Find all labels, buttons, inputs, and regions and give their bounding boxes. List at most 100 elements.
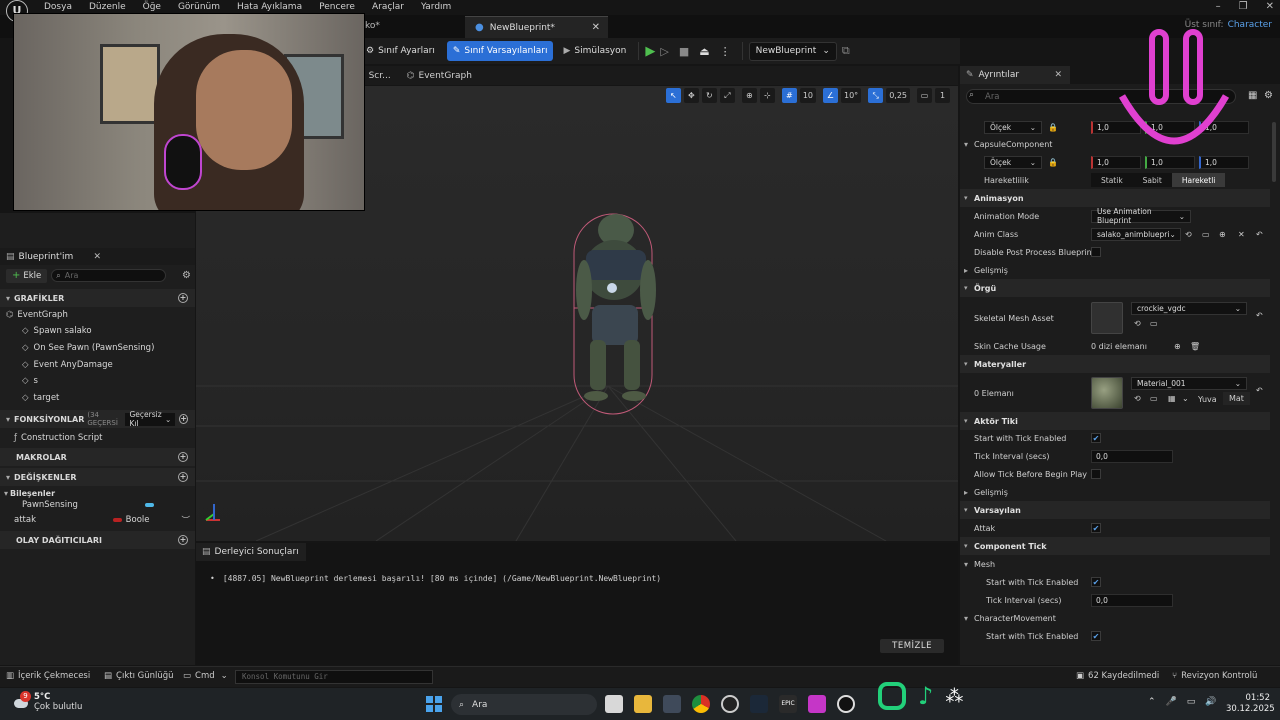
play-icon[interactable]: ▶ bbox=[645, 44, 655, 59]
camera-speed-icon[interactable]: ▭ bbox=[917, 88, 932, 103]
compiler-results-tab[interactable]: ▤ Derleyici Sonuçları bbox=[196, 543, 306, 561]
tray-expand-icon[interactable]: ⌃ bbox=[1148, 697, 1156, 707]
mobility-static[interactable]: Statik bbox=[1091, 173, 1133, 187]
actor-tick-advanced-row[interactable]: ▸ Gelişmiş bbox=[960, 483, 1270, 501]
section-dispatchers[interactable]: OLAY DAĞITICILARI + bbox=[0, 531, 195, 549]
store-icon[interactable] bbox=[663, 695, 681, 713]
menu-tools[interactable]: Araçlar bbox=[372, 2, 404, 12]
close-tab-icon[interactable]: ✕ bbox=[592, 22, 600, 33]
lock-icon[interactable]: 🔒 bbox=[1048, 123, 1058, 132]
mobility-stationary[interactable]: Sabit bbox=[1132, 173, 1172, 187]
tab-event-graph[interactable]: EventGraph bbox=[419, 71, 472, 81]
grid-snap-icon[interactable]: # bbox=[781, 88, 797, 103]
tree-event-item[interactable]: ◇ target bbox=[22, 390, 59, 407]
skeletal-mesh-dropdown[interactable]: crockie_vgdc ⌄ bbox=[1131, 302, 1247, 315]
content-drawer-button[interactable]: ▥ İçerik Çekmecesi bbox=[6, 671, 90, 681]
cmd-dropdown[interactable]: ▭ Cmd ⌄ bbox=[183, 671, 228, 681]
output-log-button[interactable]: ▤ Çıktı Günlüğü bbox=[104, 671, 174, 681]
add-button[interactable]: + Ekle bbox=[6, 268, 48, 283]
eye-closed-icon[interactable]: ︶ bbox=[181, 514, 190, 526]
scale-snap-value[interactable]: 0,25 bbox=[886, 88, 910, 103]
mesh-thumbnail[interactable] bbox=[1091, 302, 1123, 334]
console-input[interactable]: Konsol Komutunu Gir bbox=[235, 670, 433, 684]
menu-window[interactable]: Pencere bbox=[319, 2, 355, 12]
add-function-icon[interactable]: + bbox=[179, 414, 188, 424]
start-tick-checkbox[interactable]: ✔ bbox=[1091, 433, 1101, 443]
section-graphs[interactable]: ▾ GRAFİKLER + bbox=[0, 289, 195, 307]
network-icon[interactable]: ▭ bbox=[1187, 697, 1196, 707]
attak-checkbox[interactable]: ✔ bbox=[1091, 523, 1101, 533]
class-defaults-button[interactable]: ✎ Sınıf Varsayılanları bbox=[446, 41, 554, 61]
tick-before-play-checkbox[interactable] bbox=[1091, 469, 1101, 479]
variable-item[interactable]: attak Boole ︶ bbox=[14, 512, 190, 529]
tree-event-item[interactable]: ◇ s bbox=[22, 373, 38, 390]
revision-control-button[interactable]: ⑂ Revizyon Kontrolü bbox=[1172, 671, 1257, 681]
class-settings-button[interactable]: ⚙ Sınıf Ayarları bbox=[360, 41, 441, 61]
clock[interactable]: 01:52 30.12.2025 bbox=[1226, 693, 1275, 715]
unsaved-button[interactable]: ▣ 62 Kaydedilmedi bbox=[1076, 671, 1159, 681]
simulation-button[interactable]: ▶ Simülasyon bbox=[557, 41, 632, 61]
translate-icon[interactable]: ✥ bbox=[683, 88, 699, 103]
taskbar-search[interactable]: ⌕ Ara bbox=[451, 694, 597, 715]
rotate-icon[interactable]: ↻ bbox=[701, 88, 717, 103]
movement-tick-header[interactable]: ▾ CharacterMovement bbox=[960, 609, 1270, 627]
settings-gear-icon[interactable]: ⚙ bbox=[182, 270, 191, 281]
tree-event-item[interactable]: ◇ On See Pawn (PawnSensing) bbox=[22, 340, 154, 357]
clear-icon[interactable]: ✕ bbox=[1238, 230, 1245, 239]
world-space-icon[interactable]: ⊕ bbox=[741, 88, 757, 103]
section-component-tick[interactable]: ▾ Component Tick bbox=[960, 537, 1270, 555]
use-selected-icon[interactable]: ⟲ bbox=[1185, 230, 1192, 239]
add-dispatcher-icon[interactable]: + bbox=[178, 535, 188, 545]
mesh-tick-interval-field[interactable]: 0,0 bbox=[1091, 593, 1173, 607]
microphone-icon[interactable]: 🎤 bbox=[1166, 697, 1177, 707]
menu-file[interactable]: Dosya bbox=[44, 2, 72, 12]
tree-construction-script[interactable]: ƒ Construction Script bbox=[14, 430, 102, 447]
reset-icon[interactable]: ↶ bbox=[1256, 311, 1263, 320]
movement-start-tick-checkbox[interactable]: ✔ bbox=[1091, 631, 1101, 641]
section-functions[interactable]: ▾ FONKSİYONLAR (34 GEÇERSİ Geçersiz Kıl … bbox=[0, 410, 195, 428]
section-materials[interactable]: ▾ Materyaller bbox=[960, 355, 1270, 373]
disable-pp-checkbox[interactable] bbox=[1091, 247, 1101, 257]
section-defaults[interactable]: ▾ Varsayılan bbox=[960, 501, 1270, 519]
rotation-snap-value[interactable]: 10° bbox=[841, 88, 862, 103]
debug-object-dropdown[interactable]: NewBlueprint ⌄ bbox=[748, 41, 837, 61]
weather-widget[interactable]: 9 5°C Çok bulutlu bbox=[12, 691, 82, 712]
section-animation[interactable]: ▾ Animasyon bbox=[960, 189, 1270, 207]
chrome-icon[interactable] bbox=[692, 695, 710, 713]
menu-help[interactable]: Yardım bbox=[421, 2, 451, 12]
windows-start-icon[interactable] bbox=[426, 696, 442, 712]
surface-snap-icon[interactable]: ⊹ bbox=[759, 88, 775, 103]
clear-button[interactable]: TEMİZLE bbox=[880, 639, 944, 653]
use-selected-icon[interactable]: ⟲ bbox=[1134, 319, 1141, 328]
capsule-scale-dropdown[interactable]: Ölçek ⌄ bbox=[984, 155, 1042, 169]
tree-event-graph[interactable]: ⌬ EventGraph bbox=[6, 307, 68, 324]
media-app-icon[interactable] bbox=[808, 695, 826, 713]
character-mesh[interactable] bbox=[566, 210, 676, 410]
material-options-icon[interactable]: ⌄ bbox=[1182, 394, 1189, 403]
close-panel-icon[interactable]: ✕ bbox=[93, 252, 101, 262]
unreal-taskbar-icon[interactable] bbox=[837, 695, 855, 713]
use-selected-icon[interactable]: ⟲ bbox=[1134, 394, 1141, 403]
property-matrix-icon[interactable]: ▦ bbox=[1248, 90, 1257, 101]
minimize-icon[interactable]: – bbox=[1216, 1, 1221, 12]
camera-speed-value[interactable]: 1 bbox=[935, 88, 950, 103]
animation-advanced-row[interactable]: ▸ Gelişmiş bbox=[960, 261, 1270, 279]
add-macro-icon[interactable]: + bbox=[178, 452, 188, 462]
details-tab[interactable]: ✎ Ayrıntılar ✕ bbox=[960, 66, 1070, 84]
menu-asset[interactable]: Öğe bbox=[143, 2, 161, 12]
stop-icon[interactable]: ■ bbox=[679, 45, 689, 58]
trash-icon[interactable]: 🗑 bbox=[1190, 342, 1200, 351]
material-grid-icon[interactable]: ▦ bbox=[1168, 394, 1176, 403]
my-blueprint-title[interactable]: Blueprint'im bbox=[19, 252, 74, 262]
blueprint-search-input[interactable]: ⌕ Ara bbox=[51, 269, 167, 282]
section-macros[interactable]: MAKROLAR + bbox=[0, 448, 195, 466]
add-variable-icon[interactable]: + bbox=[178, 472, 188, 482]
menu-view[interactable]: Görünüm bbox=[178, 2, 220, 12]
anim-class-dropdown[interactable]: salako_animbluepri ⌄ bbox=[1091, 227, 1181, 241]
volume-icon[interactable]: 🔊 bbox=[1205, 697, 1216, 707]
section-variables[interactable]: ▾ DEĞİŞKENLER + bbox=[0, 468, 195, 486]
menu-edit[interactable]: Düzenle bbox=[89, 2, 126, 12]
add-element-icon[interactable]: ⊕ bbox=[1174, 342, 1181, 351]
material-thumbnail[interactable] bbox=[1091, 377, 1123, 409]
scale-snap-icon[interactable]: ⤡ bbox=[868, 88, 884, 103]
